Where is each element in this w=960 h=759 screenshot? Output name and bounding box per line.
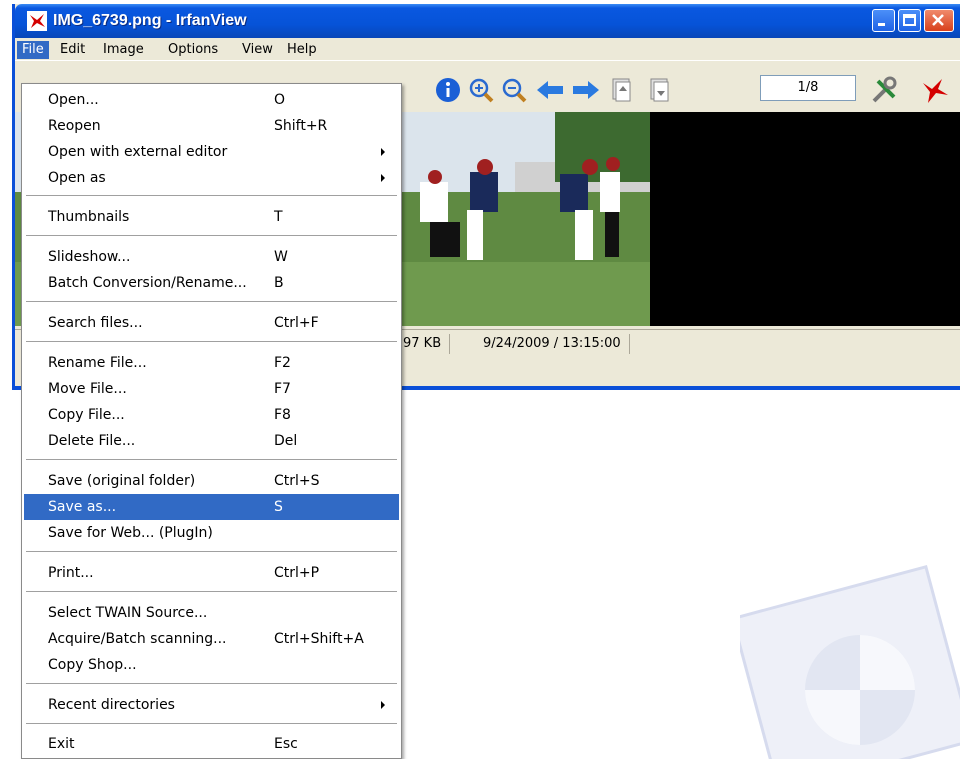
submenu-arrow-icon: [381, 148, 385, 156]
page-down-icon[interactable]: [647, 77, 673, 103]
menu-separator: [26, 235, 397, 237]
menu-item-select-twain-source[interactable]: Select TWAIN Source...: [24, 600, 399, 626]
menu-item-acquire-batch-scanning[interactable]: Acquire/Batch scanning... Ctrl+Shift+A: [24, 626, 399, 652]
menu-item-slideshow[interactable]: Slideshow... W: [24, 244, 399, 270]
page-up-icon[interactable]: [609, 77, 635, 103]
maximize-icon: [903, 14, 916, 26]
info-icon[interactable]: [435, 77, 461, 103]
zoom-in-icon[interactable]: [468, 77, 494, 103]
menu-separator: [26, 591, 397, 593]
window-title: IMG_6739.png - IrfanView: [53, 12, 247, 29]
irfanview-cat-icon[interactable]: [920, 75, 950, 105]
menu-separator: [26, 459, 397, 461]
menu-item-open-external-editor[interactable]: Open with external editor: [24, 139, 399, 165]
title-bar[interactable]: IMG_6739.png - IrfanView: [15, 4, 960, 38]
menu-separator: [26, 683, 397, 685]
irfanview-app-icon: [27, 11, 47, 31]
menu-item-print[interactable]: Print... Ctrl+P: [24, 560, 399, 586]
menu-item-save-for-web[interactable]: Save for Web... (PlugIn): [24, 520, 399, 546]
menu-separator: [26, 301, 397, 303]
file-menu-dropdown: Open... O Reopen Shift+R Open with externa…: [21, 83, 402, 759]
menu-item-open-as[interactable]: Open as: [24, 165, 399, 191]
menu-view[interactable]: View: [237, 41, 278, 59]
menu-item-batch-conversion[interactable]: Batch Conversion/Rename... B: [24, 270, 399, 296]
menu-help[interactable]: Help: [282, 41, 322, 59]
zoom-out-icon[interactable]: [501, 77, 527, 103]
menu-item-recent-directories[interactable]: Recent directories: [24, 692, 399, 718]
menu-separator: [26, 341, 397, 343]
minimize-button[interactable]: [872, 9, 895, 32]
menu-item-search-files[interactable]: Search files... Ctrl+F: [24, 310, 399, 336]
maximize-button[interactable]: [898, 9, 921, 32]
menu-file[interactable]: File: [17, 41, 49, 59]
menu-item-copy-file[interactable]: Copy File... F8: [24, 402, 399, 428]
page-indicator: 1/8: [760, 75, 856, 101]
previous-arrow-icon[interactable]: [535, 77, 565, 103]
menu-separator: [26, 195, 397, 197]
settings-icon[interactable]: [870, 75, 900, 105]
menu-options[interactable]: Options: [163, 41, 223, 59]
menu-item-open[interactable]: Open... O: [24, 87, 399, 113]
menu-item-exit[interactable]: Exit Esc: [24, 731, 399, 757]
close-icon: [932, 14, 944, 26]
menu-item-delete-file[interactable]: Delete File... Del: [24, 428, 399, 454]
menu-item-save-original-folder[interactable]: Save (original folder) Ctrl+S: [24, 468, 399, 494]
background-window-edge: [0, 0, 12, 759]
menu-item-reopen[interactable]: Reopen Shift+R: [24, 113, 399, 139]
submenu-arrow-icon: [381, 174, 385, 182]
close-button[interactable]: [924, 9, 954, 32]
menu-separator: [26, 723, 397, 725]
menu-item-thumbnails[interactable]: Thumbnails T: [24, 204, 399, 230]
menu-item-move-file[interactable]: Move File... F7: [24, 376, 399, 402]
next-arrow-icon[interactable]: [571, 77, 601, 103]
menu-image[interactable]: Image: [98, 41, 149, 59]
irfanview-watermark-logo: [740, 565, 960, 759]
minimize-icon: [878, 23, 885, 26]
status-datetime: 9/24/2009 / 13:15:00: [475, 334, 630, 354]
menu-separator: [26, 551, 397, 553]
menu-item-rename-file[interactable]: Rename File... F2: [24, 350, 399, 376]
status-file-size: 97 KB: [395, 334, 451, 354]
menu-edit[interactable]: Edit: [55, 41, 90, 59]
menu-item-copy-shop[interactable]: Copy Shop...: [24, 652, 399, 678]
menu-item-save-as[interactable]: Save as... S: [24, 494, 399, 520]
submenu-arrow-icon: [381, 701, 385, 709]
menu-bar: File Edit Image Options View Help: [15, 38, 960, 60]
